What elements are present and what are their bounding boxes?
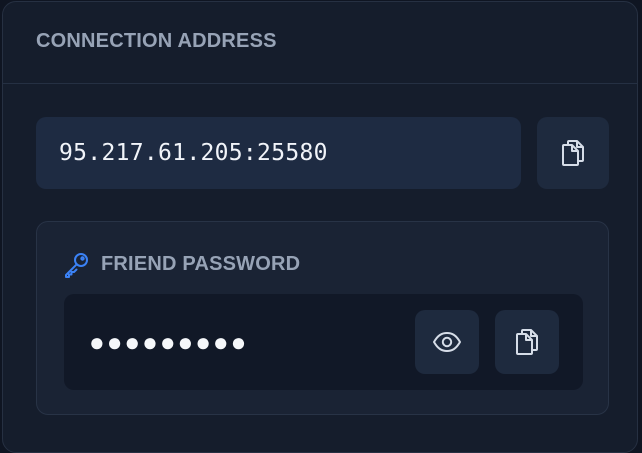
copy-password-button[interactable] [495, 310, 559, 374]
copy-icon [560, 139, 586, 167]
password-title: FRIEND PASSWORD [101, 252, 301, 275]
address-row: 95.217.61.205:25580 [36, 117, 609, 189]
address-value: 95.217.61.205:25580 [59, 140, 328, 166]
address-field[interactable]: 95.217.61.205:25580 [36, 117, 521, 189]
password-field[interactable]: ●●●●●●●●● [64, 294, 583, 390]
friend-password-panel: FRIEND PASSWORD ●●●●●●●●● [36, 221, 609, 415]
toggle-password-visibility-button[interactable] [415, 310, 479, 374]
eye-icon [432, 331, 462, 353]
connection-card: CONNECTION ADDRESS 95.217.61.205:25580 F… [2, 1, 638, 453]
key-icon [63, 250, 91, 278]
password-header: FRIEND PASSWORD [63, 250, 300, 278]
password-masked-value: ●●●●●●●●● [89, 326, 249, 357]
card-header: CONNECTION ADDRESS [3, 2, 637, 84]
card-title: CONNECTION ADDRESS [36, 30, 277, 52]
copy-icon [514, 328, 540, 356]
copy-address-button[interactable] [537, 117, 609, 189]
